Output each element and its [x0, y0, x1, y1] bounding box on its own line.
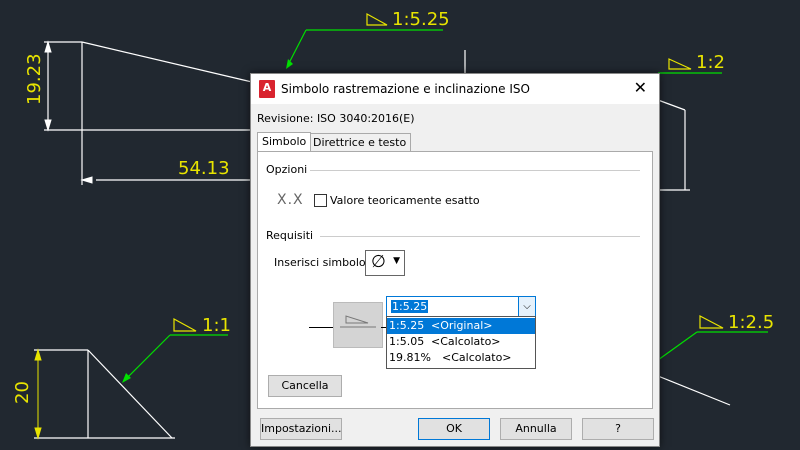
options-section-label: Opzioni	[266, 163, 308, 176]
delete-button[interactable]: Cancella	[268, 375, 342, 397]
dialog-titlebar: A Simbolo rastremazione e inclinazione I…	[251, 74, 659, 104]
autocad-app-icon: A	[259, 80, 275, 98]
close-icon[interactable]: ✕	[634, 78, 647, 97]
ratio-option[interactable]: 19.81% <Calcolato>	[387, 350, 535, 366]
chevron-down-icon: ▼	[393, 256, 400, 266]
options-divider	[310, 170, 640, 171]
dialog-title: Simbolo rastremazione e inclinazione ISO	[281, 82, 530, 96]
revision-label: Revisione: ISO 3040:2016(E)	[257, 112, 415, 125]
cancel-button[interactable]: Annulla	[500, 418, 572, 440]
xx-icon: X.X	[277, 192, 304, 208]
ratio-combo-value: 1:5.25	[391, 300, 429, 313]
taper-label-top: 1:5.25	[392, 9, 450, 30]
dim-label-vertical-top: 19.23	[24, 53, 45, 105]
tab-symbol[interactable]: Simbolo	[257, 132, 312, 151]
taper-label-right-bottom: 1:2.5	[728, 312, 774, 333]
taper-preview-icon	[340, 315, 376, 328]
taper-label-right-top: 1:2	[696, 52, 725, 73]
settings-button[interactable]: Impostazioni...	[260, 418, 342, 440]
dim-label-horizontal: 54.13	[178, 158, 230, 179]
ok-button[interactable]: OK	[418, 418, 490, 440]
taper-slope-dialog: A Simbolo rastremazione e inclinazione I…	[250, 73, 660, 447]
taper-symbol-right-bottom	[699, 315, 724, 329]
ratio-option[interactable]: 1:5.05 <Calcolato>	[387, 334, 535, 350]
slope-label-left: 1:1	[202, 315, 231, 336]
tab-leader-text[interactable]: Direttrice e testo	[308, 133, 412, 153]
requirements-section-label: Requisiti	[266, 229, 314, 242]
exact-value-checkbox[interactable]	[314, 194, 327, 207]
insert-symbol-dropdown[interactable]: ∅ ▼	[365, 250, 405, 276]
dim-label-vertical-bottom: 20	[12, 381, 33, 404]
taper-top-edge	[81, 41, 253, 83]
right-shape-bottom-slope	[657, 375, 731, 406]
slope-symbol-left	[173, 317, 197, 332]
preview-line-left	[309, 327, 335, 328]
diameter-symbol-icon: ∅	[371, 252, 386, 272]
requirements-divider	[320, 236, 640, 237]
combo-chevron-down-icon[interactable]: ⌵	[518, 297, 535, 316]
ratio-dropdown-list: 1:5.25 <Original> 1:5.05 <Calcolato> 19.…	[386, 316, 536, 369]
exact-value-label: Valore teoricamente esatto	[330, 194, 480, 207]
triangle-hypotenuse	[87, 349, 173, 439]
symbol-tab-panel: Opzioni X.X Valore teoricamente esatto R…	[257, 151, 653, 409]
symbol-preview	[333, 302, 383, 348]
insert-symbol-label: Inserisci simbolo:	[274, 256, 370, 269]
ratio-combo[interactable]: 1:5.25 ⌵	[386, 296, 536, 317]
ratio-option[interactable]: 1:5.25 <Original>	[387, 318, 535, 334]
help-button[interactable]: ?	[582, 418, 654, 440]
taper-symbol-top	[366, 12, 388, 26]
right-shape-slope	[657, 99, 686, 111]
taper-symbol-right-top	[668, 58, 692, 70]
